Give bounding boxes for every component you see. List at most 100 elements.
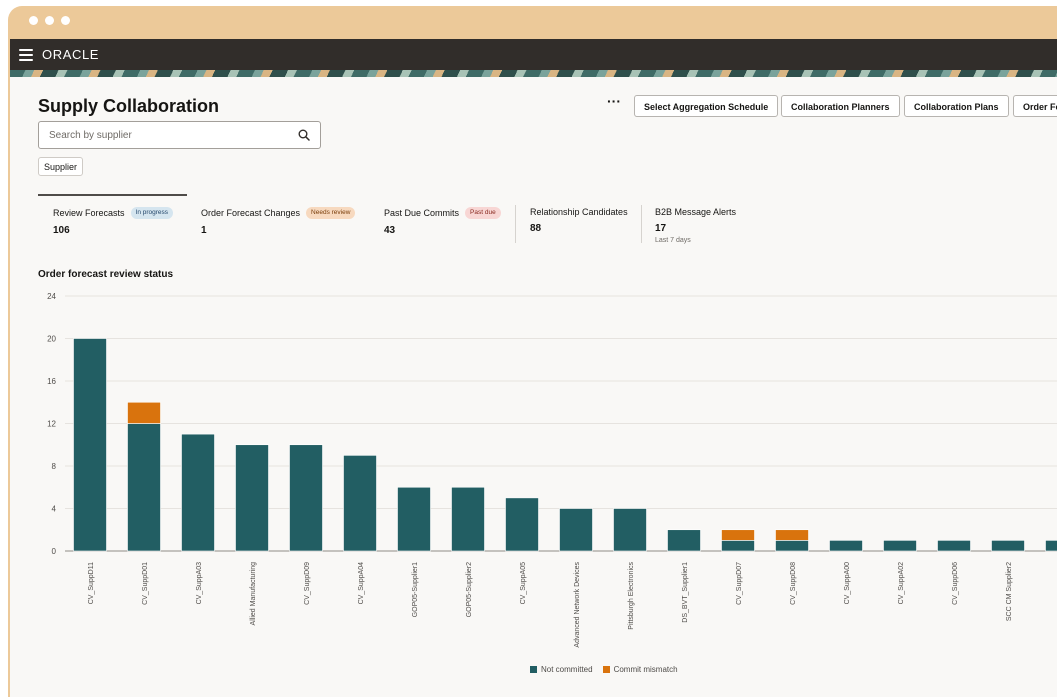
x-tick-label: Advanced Network Devices (574, 562, 581, 648)
collaboration-planners-button[interactable]: Collaboration Planners (781, 95, 900, 117)
metric-past-due-commits[interactable]: Past Due Commits Past due 43 (384, 207, 501, 236)
x-tick-label: CV_SuppD01 (142, 562, 149, 605)
top-bar: ORACLE (10, 39, 1057, 70)
bar-not-committed[interactable] (343, 455, 377, 552)
legend-label: Not committed (541, 665, 593, 674)
metric-value: 106 (53, 225, 70, 236)
metric-label: Review Forecasts (53, 208, 125, 218)
y-tick-label: 24 (47, 292, 56, 301)
y-tick-label: 8 (52, 462, 57, 471)
browser-frame: ORACLE Supply Collaboration ··· Select A… (8, 6, 1057, 697)
bar-not-committed[interactable] (613, 508, 647, 552)
x-tick-label: CV_SuppA00 (844, 562, 851, 605)
hamburger-menu-icon[interactable] (19, 48, 33, 61)
metric-label: Relationship Candidates (530, 207, 628, 217)
metric-order-forecast-changes[interactable]: Order Forecast Changes Needs review 1 (201, 207, 356, 236)
metric-value: 88 (530, 223, 542, 234)
y-tick-label: 20 (47, 335, 56, 344)
x-tick-label: CV_SuppD06 (952, 562, 959, 605)
window-dot-maximize[interactable] (61, 16, 70, 25)
metric-b2b-message-alerts[interactable]: B2B Message Alerts 17 Last 7 days (655, 207, 736, 244)
bar-not-committed[interactable] (505, 497, 539, 552)
legend-item-commit-mismatch[interactable]: Commit mismatch (602, 665, 678, 674)
supplier-filter-chip[interactable]: Supplier (38, 157, 84, 176)
legend-item-not-committed[interactable]: Not committed (530, 665, 593, 674)
metric-label-row: Review Forecasts In progress (53, 207, 174, 219)
more-actions-button[interactable]: ··· (603, 94, 625, 113)
app-window: ORACLE Supply Collaboration ··· Select A… (10, 39, 1057, 697)
status-badge: Needs review (306, 207, 356, 219)
bar-not-committed[interactable] (397, 486, 431, 552)
legend-swatch (530, 666, 537, 673)
bar-not-committed[interactable] (559, 508, 593, 552)
metric-relationship-candidates[interactable]: Relationship Candidates 88 (530, 207, 628, 234)
bar-not-committed[interactable] (667, 529, 701, 552)
metric-value: 17 (655, 223, 667, 234)
x-tick-label: CV_SuppA03 (196, 562, 203, 605)
page-title: Supply Collaboration (38, 96, 220, 116)
search-box (38, 121, 321, 149)
bar-not-committed[interactable] (289, 444, 323, 552)
y-tick-label: 4 (52, 505, 57, 514)
window-dot-close[interactable] (29, 16, 38, 25)
metric-subtext: Last 7 days (655, 237, 691, 244)
x-tick-label: CV_SuppD07 (736, 562, 743, 605)
x-tick-label: CV_SuppA05 (520, 562, 527, 605)
x-tick-label: CV_SuppA04 (358, 562, 365, 605)
metric-divider (515, 205, 516, 243)
x-tick-label: GOP05-Supplier2 (466, 562, 473, 617)
y-tick-label: 12 (47, 420, 56, 429)
bar-not-committed[interactable] (829, 540, 863, 552)
forecast-status-chart: 0 4 8 12 16 20 24 CV_SuppD11 CV_SuppD01 CV_SuppA0… (47, 292, 1057, 648)
metric-label: B2B Message Alerts (655, 207, 737, 217)
x-tick-label: Allied Manufacturing (250, 562, 257, 626)
y-tick-label: 16 (47, 377, 56, 386)
legend-label: Commit mismatch (613, 665, 678, 674)
bar-not-committed[interactable] (73, 338, 107, 552)
bar-not-committed[interactable] (451, 486, 485, 552)
bar-not-committed[interactable] (991, 540, 1025, 552)
x-tick-label: Pittsburgh Electronics (628, 562, 635, 630)
order-forecast-button[interactable]: Order Fo (1013, 95, 1057, 117)
metric-review-forecasts[interactable]: Review Forecasts In progress 106 (53, 207, 174, 236)
window-dot-minimize[interactable] (45, 16, 54, 25)
window-controls (29, 16, 70, 25)
metric-value: 1 (201, 225, 207, 236)
oracle-logo: ORACLE (42, 47, 100, 62)
bar-commit-mismatch[interactable] (721, 529, 755, 541)
x-tick-label: CV_SuppD09 (304, 562, 311, 605)
x-tick-label: CV_SuppD11 (88, 562, 95, 604)
bar-not-committed[interactable] (883, 540, 917, 552)
bar-not-committed[interactable] (721, 540, 755, 552)
x-tick-label: CV_SuppA02 (898, 562, 905, 605)
bar-not-committed[interactable] (181, 433, 215, 552)
legend-swatch (602, 666, 610, 673)
chart-legend: Not committed Commit mismatch (530, 665, 678, 674)
metric-label: Past Due Commits (384, 208, 460, 218)
status-badge: Past due (465, 207, 501, 219)
bar-not-committed[interactable] (1045, 540, 1057, 552)
bar-not-committed[interactable] (127, 423, 161, 552)
bar-not-committed[interactable] (775, 540, 809, 552)
metric-divider (641, 205, 642, 243)
bar-commit-mismatch[interactable] (127, 401, 161, 424)
metric-label-row: Relationship Candidates (530, 207, 628, 217)
search-input[interactable] (39, 122, 289, 148)
x-tick-label: DS_BVT_Supplier1 (682, 562, 689, 623)
x-tick-label: SCC CM Supplier2 (1006, 562, 1013, 621)
bar-commit-mismatch[interactable] (775, 529, 809, 541)
selected-metric-indicator (38, 194, 187, 196)
metric-label-row: Past Due Commits Past due (384, 207, 501, 219)
y-tick-label: 0 (52, 547, 57, 556)
chart-title: Order forecast review status (38, 269, 174, 280)
metric-label-row: B2B Message Alerts (655, 207, 736, 217)
decorative-banner (10, 70, 1057, 77)
select-aggregation-schedule-button[interactable]: Select Aggregation Schedule (634, 95, 779, 117)
status-badge: In progress (130, 207, 174, 219)
x-tick-label: CV_SuppD08 (790, 562, 797, 605)
collaboration-plans-button[interactable]: Collaboration Plans (904, 95, 1009, 117)
bar-not-committed[interactable] (235, 444, 269, 552)
search-icon[interactable] (298, 129, 310, 141)
metric-value: 43 (384, 225, 396, 236)
bar-not-committed[interactable] (937, 540, 971, 552)
